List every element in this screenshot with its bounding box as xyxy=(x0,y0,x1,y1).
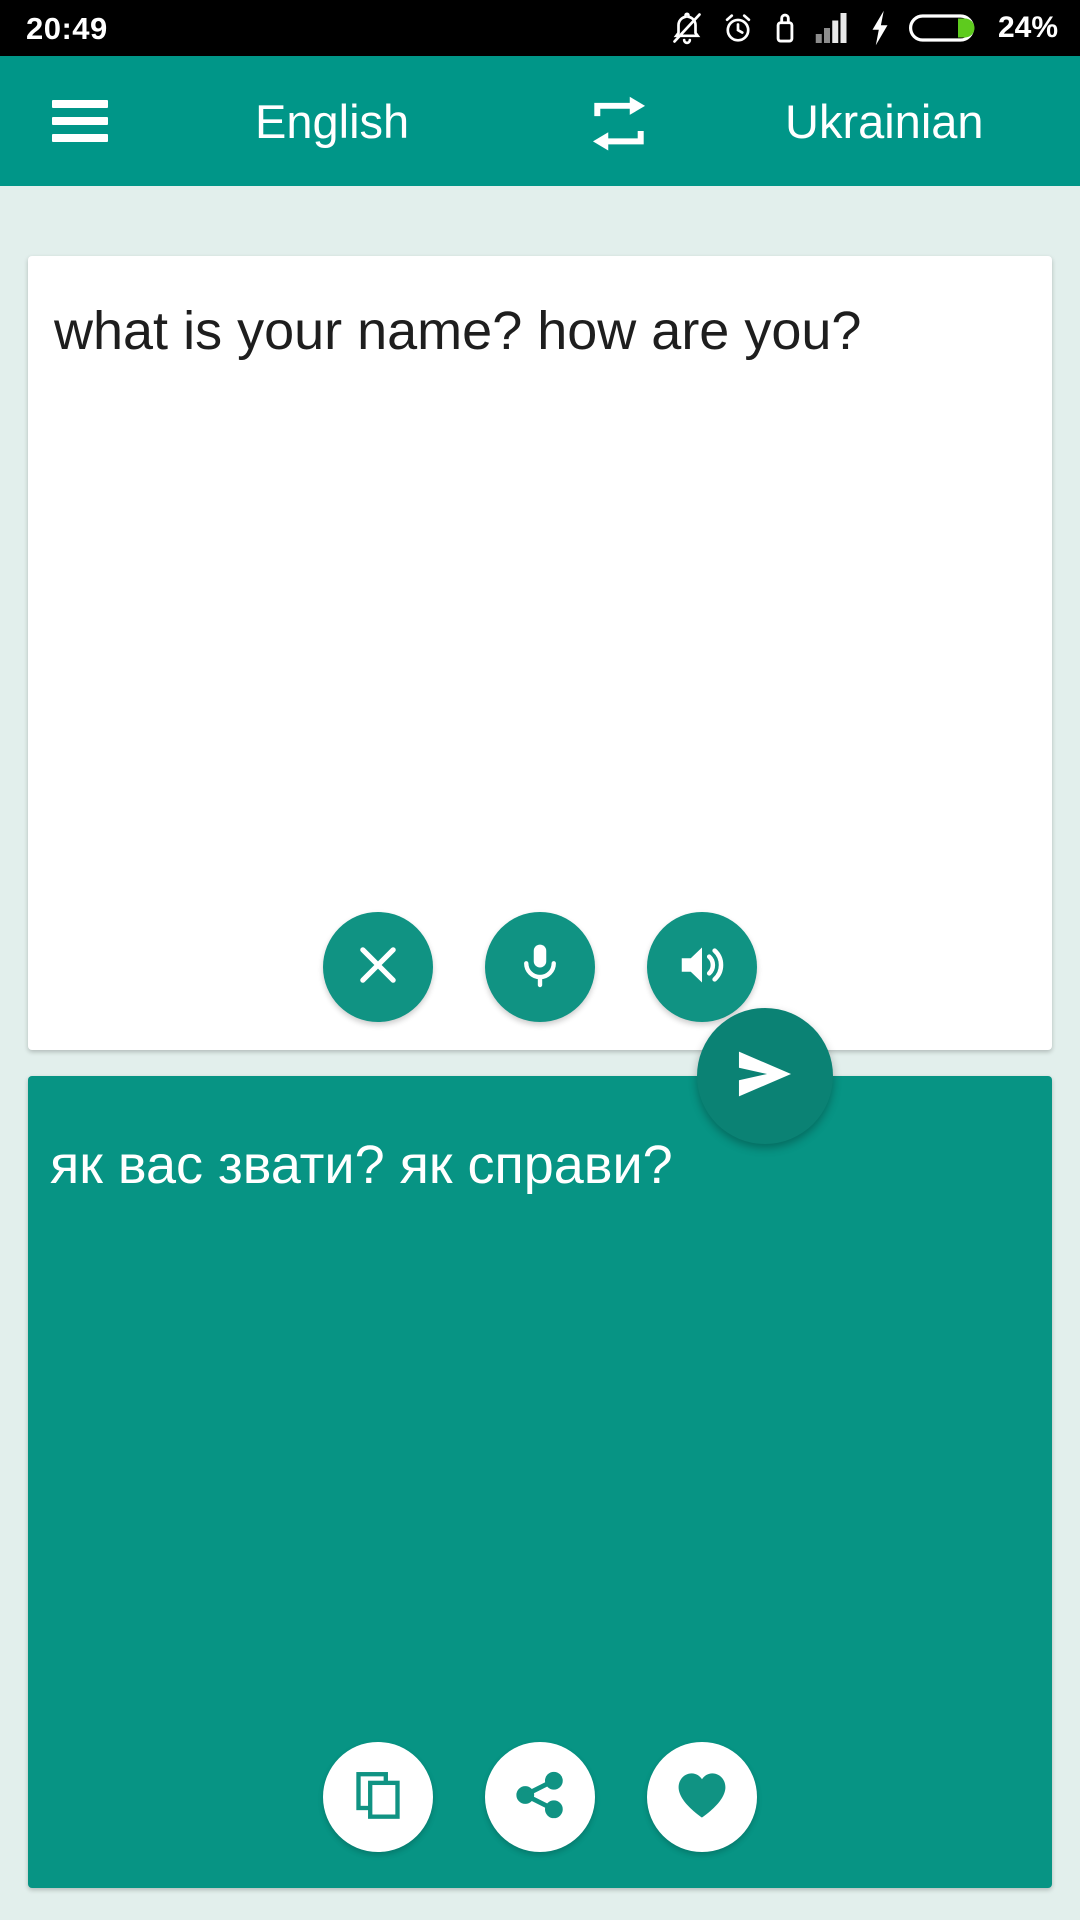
share-icon xyxy=(514,1769,566,1826)
favorite-button[interactable] xyxy=(647,1742,757,1852)
target-language-selector[interactable]: Ukrainian xyxy=(785,94,984,149)
target-action-bar xyxy=(28,1742,1052,1852)
usb-icon xyxy=(772,10,798,46)
share-button[interactable] xyxy=(485,1742,595,1852)
close-icon xyxy=(352,939,404,996)
target-text-panel[interactable]: як вас звати? як справи? xyxy=(28,1076,1052,1888)
swap-languages-icon xyxy=(588,95,650,158)
translated-text: як вас звати? як справи? xyxy=(50,1135,673,1195)
source-action-bar xyxy=(28,912,1052,1022)
alarm-clock-icon xyxy=(721,10,755,46)
hamburger-bar xyxy=(52,100,108,108)
hamburger-menu-icon[interactable] xyxy=(52,100,108,142)
signal-bars-icon xyxy=(815,11,851,45)
battery-percent-label: 24% xyxy=(997,11,1058,44)
app-bar: English Ukrainian xyxy=(0,56,1080,186)
swap-languages-button[interactable] xyxy=(583,96,655,156)
hamburger-bar xyxy=(52,117,108,125)
bell-off-icon xyxy=(670,10,704,46)
status-icons: 24% xyxy=(670,10,1058,46)
speaker-icon xyxy=(675,938,729,997)
copy-button[interactable] xyxy=(323,1742,433,1852)
source-text-panel[interactable]: what is your name? how are you? xyxy=(28,256,1052,1050)
source-language-selector[interactable]: English xyxy=(255,94,409,149)
speak-source-button[interactable] xyxy=(647,912,757,1022)
send-icon xyxy=(734,1045,796,1108)
copy-icon xyxy=(352,1768,404,1827)
battery-icon xyxy=(908,12,975,44)
charging-bolt-icon xyxy=(868,10,892,46)
status-clock: 20:49 xyxy=(26,10,108,46)
microphone-button[interactable] xyxy=(485,912,595,1022)
hamburger-bar xyxy=(52,134,108,142)
microphone-icon xyxy=(515,939,565,996)
clear-button[interactable] xyxy=(323,912,433,1022)
heart-icon xyxy=(675,1770,729,1825)
translate-send-button[interactable] xyxy=(697,1008,833,1144)
source-text-input[interactable]: what is your name? how are you? xyxy=(54,298,1014,366)
status-bar: 20:49 24% xyxy=(0,0,1080,56)
